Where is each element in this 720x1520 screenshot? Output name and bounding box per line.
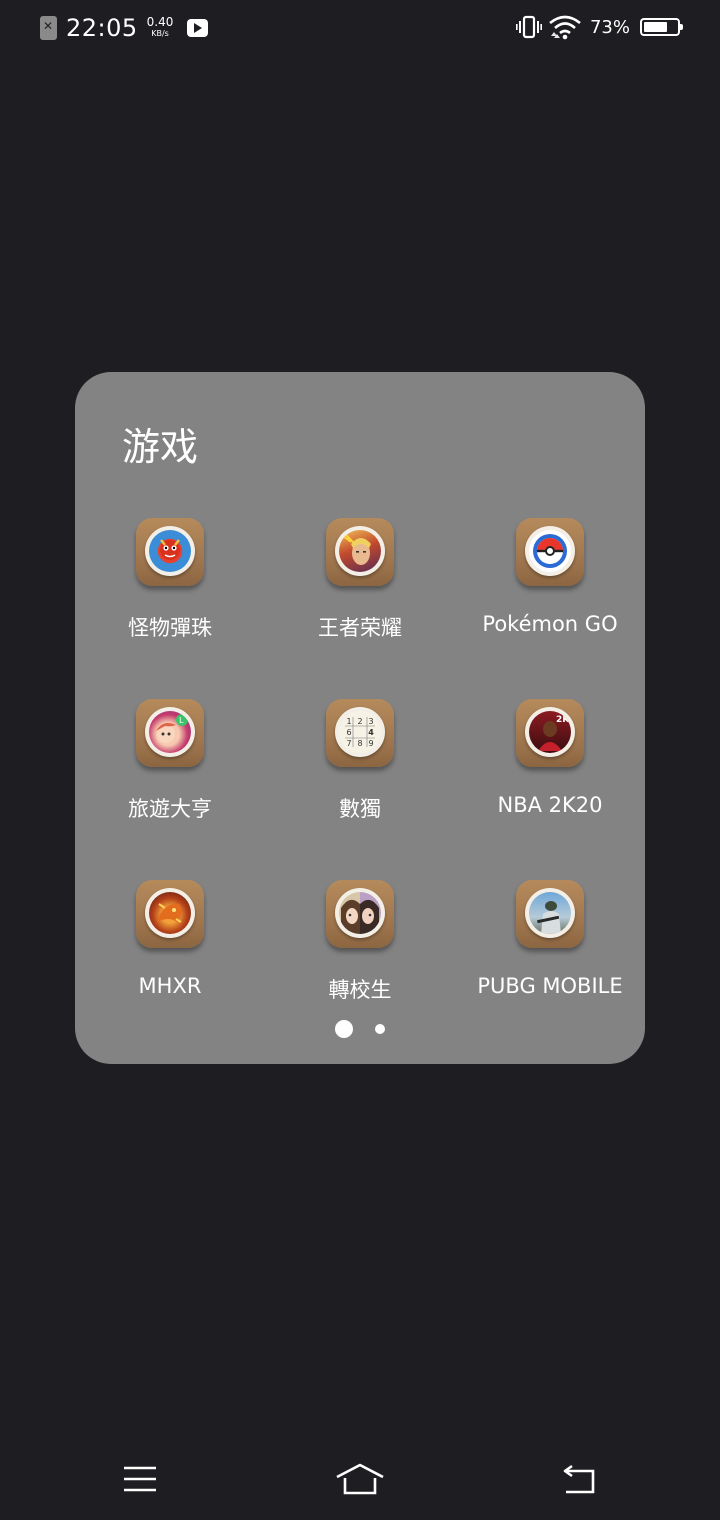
status-left: 22:05 0.40 KB/s — [40, 14, 209, 42]
app-transfer-student[interactable]: 轉校生 — [265, 880, 455, 1004]
vibrate-icon — [515, 15, 542, 39]
svg-text:9: 9 — [368, 739, 373, 748]
app-sudoku[interactable]: 123 6 4 789 數獨 — [265, 699, 455, 823]
folder-title[interactable]: 游戏 — [122, 416, 198, 471]
svg-text:1: 1 — [346, 717, 351, 726]
network-speed-unit: KB/s — [151, 29, 169, 38]
app-nba-2k20[interactable]: 2K NBA 2K20 — [455, 699, 645, 817]
battery-fill — [644, 22, 668, 32]
pubg-mobile-icon[interactable] — [516, 880, 584, 948]
svg-text:4: 4 — [368, 728, 374, 737]
svg-text:6: 6 — [346, 728, 351, 737]
youtube-notification-icon — [187, 19, 209, 37]
app-mhxr[interactable]: MHXR — [75, 880, 265, 998]
nba-2k20-icon[interactable]: 2K — [516, 699, 584, 767]
monster-strike-icon[interactable] — [136, 518, 204, 586]
pokeball-icon[interactable] — [516, 518, 584, 586]
app-folder: 游戏 怪物彈珠 王者荣耀 Pokémon GO L 旅遊大亨 1 2 3 6 4… — [75, 372, 645, 1064]
mhxr-icon[interactable] — [136, 880, 204, 948]
app-label: MHXR — [138, 974, 202, 998]
home-button[interactable] — [330, 1458, 390, 1500]
menu-icon — [124, 1466, 156, 1492]
status-bar: 22:05 0.40 KB/s 73% — [0, 0, 720, 56]
app-pubg-mobile[interactable]: PUBG MOBILE — [455, 880, 645, 998]
app-label: 轉校生 — [328, 978, 392, 1002]
status-right: 73% — [515, 14, 683, 40]
app-label: Pokémon GO — [482, 612, 618, 636]
page-dot-active[interactable] — [335, 1020, 353, 1038]
page-indicator — [75, 1020, 645, 1038]
svg-text:7: 7 — [346, 739, 351, 748]
svg-text:2K: 2K — [556, 715, 570, 725]
svg-text:2: 2 — [357, 717, 362, 726]
svg-text:8: 8 — [357, 739, 362, 748]
app-label: NBA 2K20 — [497, 793, 603, 817]
network-speed: 0.40 KB/s — [146, 15, 174, 39]
sudoku-icon[interactable]: 123 6 4 789 — [326, 699, 394, 767]
no-sim-icon — [40, 16, 57, 40]
app-label: 數獨 — [339, 797, 381, 821]
battery-icon — [640, 18, 683, 36]
app-label: 旅遊大亨 — [128, 797, 212, 821]
battery-percent: 73% — [589, 16, 630, 38]
home-icon — [336, 1463, 384, 1495]
page-dot[interactable] — [375, 1024, 385, 1034]
app-pokemon-go[interactable]: Pokémon GO — [455, 518, 645, 636]
app-label: 怪物彈珠 — [128, 616, 212, 640]
app-honor-of-kings[interactable]: 王者荣耀 — [265, 518, 455, 642]
app-travel-tycoon[interactable]: L 旅遊大亨 — [75, 699, 265, 823]
app-monster-strike[interactable]: 怪物彈珠 — [75, 518, 265, 642]
clock: 22:05 — [66, 14, 138, 42]
back-button[interactable] — [549, 1458, 609, 1500]
transfer-student-icon[interactable] — [326, 880, 394, 948]
wifi-icon — [549, 15, 581, 40]
app-label: 王者荣耀 — [318, 616, 402, 640]
svg-text:3: 3 — [368, 717, 373, 726]
travel-tycoon-icon[interactable]: L — [136, 699, 204, 767]
app-label: PUBG MOBILE — [477, 974, 623, 998]
svg-text:L: L — [179, 716, 184, 725]
menu-button[interactable] — [110, 1458, 170, 1500]
back-icon — [563, 1464, 595, 1494]
network-speed-value: 0.40 — [146, 15, 174, 29]
honor-of-kings-icon[interactable] — [326, 518, 394, 586]
